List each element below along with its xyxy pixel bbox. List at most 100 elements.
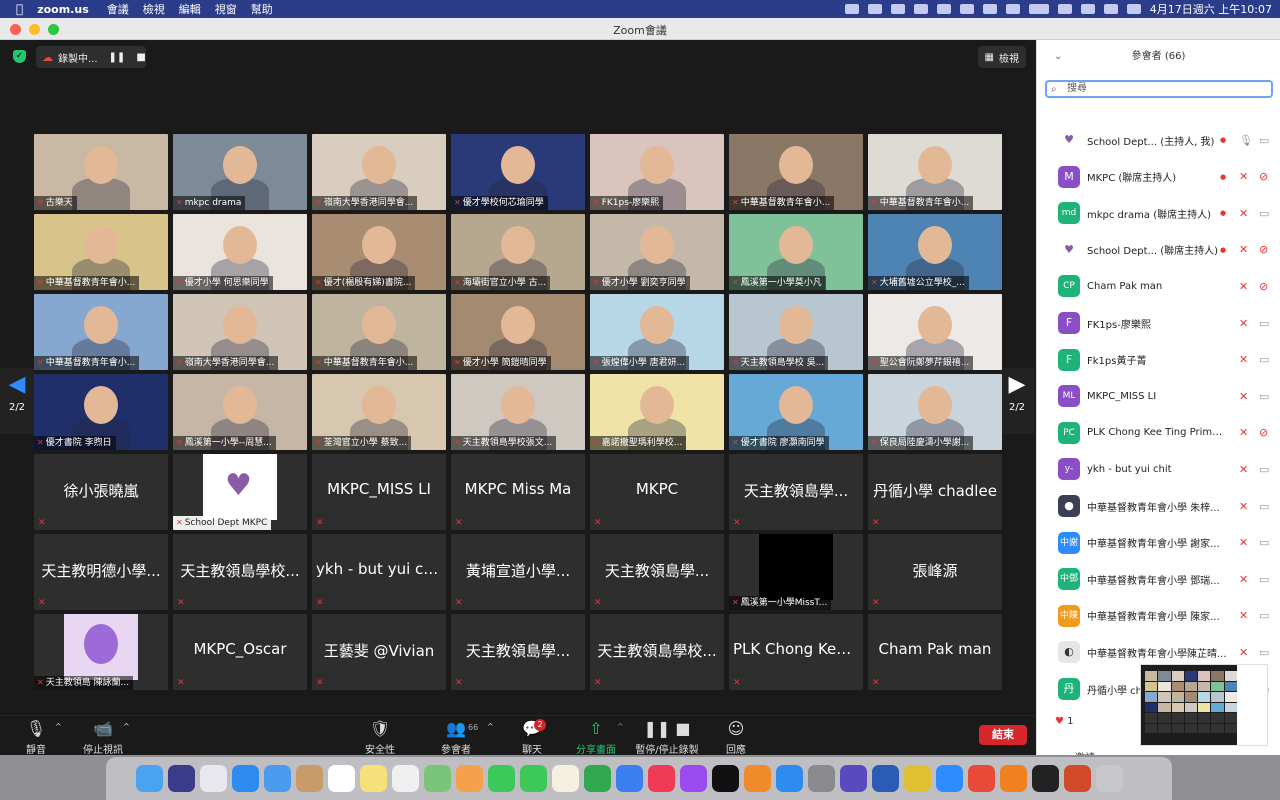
menu-view[interactable]: 檢視 bbox=[143, 1, 165, 17]
muted-mic-icon[interactable]: ✕ bbox=[1239, 243, 1248, 256]
video-off-icon[interactable]: ⊘ bbox=[1259, 243, 1268, 256]
freeform-icon[interactable] bbox=[552, 765, 579, 792]
name-tile[interactable]: 天主教領島學校... ✕ bbox=[590, 614, 724, 690]
name-tile[interactable]: MKPC ✕ bbox=[590, 454, 724, 530]
video-camera-icon[interactable]: ▭ bbox=[1259, 463, 1269, 476]
video-off-icon[interactable]: ⊘ bbox=[1259, 170, 1268, 183]
notes-icon[interactable] bbox=[360, 765, 387, 792]
name-tile[interactable]: ✕ 天主教領島 陳詠蘭... bbox=[34, 614, 168, 690]
muted-mic-icon[interactable]: ✕ bbox=[1239, 536, 1248, 549]
podcasts-icon[interactable] bbox=[680, 765, 707, 792]
video-tile[interactable]: ✕ 天主教領島學校張文... bbox=[451, 374, 585, 450]
name-tile[interactable]: MKPC Miss Ma ✕ bbox=[451, 454, 585, 530]
appstore-icon[interactable] bbox=[776, 765, 803, 792]
tv-icon[interactable] bbox=[712, 765, 739, 792]
participant-row[interactable]: ♥ School Dept... (主持人, 我) ● 🎙 ▭ bbox=[1037, 122, 1280, 158]
muted-mic-icon[interactable]: ✕ bbox=[1239, 426, 1248, 439]
participant-row[interactable]: ML MKPC_MISS LI ✕ ▭ bbox=[1037, 378, 1280, 414]
video-tile[interactable]: ✕ 天主教領島學校 吳... bbox=[729, 294, 863, 370]
focus-moon-icon[interactable] bbox=[913, 4, 928, 14]
muted-mic-icon[interactable]: ✕ bbox=[1239, 390, 1248, 403]
video-tile[interactable]: ✕ 海壩街官立小學 古... bbox=[451, 214, 585, 290]
share-options-chevron-icon[interactable]: ^ bbox=[617, 722, 624, 731]
name-tile[interactable]: ✕ 鳳溪第一小學MissT... bbox=[729, 534, 863, 610]
volume-icon[interactable] bbox=[959, 4, 974, 14]
vlc-icon[interactable] bbox=[1000, 765, 1027, 792]
screen-mirror-icon[interactable] bbox=[936, 4, 951, 14]
previous-page-button[interactable]: ◀ 2/2 bbox=[0, 368, 34, 434]
muted-mic-icon[interactable]: ✕ bbox=[1239, 207, 1248, 220]
finder-icon[interactable] bbox=[136, 765, 163, 792]
maps-icon[interactable] bbox=[424, 765, 451, 792]
calendar-icon[interactable] bbox=[328, 765, 355, 792]
chrome-icon[interactable] bbox=[968, 765, 995, 792]
participant-row[interactable]: CP Cham Pak man ✕ ⊘ bbox=[1037, 268, 1280, 304]
muted-mic-icon[interactable]: ✕ bbox=[1239, 463, 1248, 476]
reminders-icon[interactable] bbox=[392, 765, 419, 792]
photos-icon[interactable] bbox=[456, 765, 483, 792]
bluetooth-icon[interactable] bbox=[1005, 4, 1020, 14]
powerpoint-icon[interactable] bbox=[1064, 765, 1091, 792]
end-meeting-button[interactable]: 結束 bbox=[979, 725, 1027, 745]
wifi-icon[interactable] bbox=[1057, 4, 1072, 14]
keynote-icon[interactable] bbox=[616, 765, 643, 792]
view-button[interactable]: ▦ 檢視 bbox=[977, 46, 1026, 68]
participant-row[interactable]: M MKPC (聯席主持人) ● ✕ ⊘ bbox=[1037, 159, 1280, 195]
recording-indicator[interactable]: ☁ 錄製中... ❚❚ ■ bbox=[36, 46, 146, 68]
video-camera-icon[interactable]: ▭ bbox=[1259, 134, 1269, 147]
video-camera-icon[interactable]: ▭ bbox=[1259, 207, 1269, 220]
menu-help[interactable]: 幫助 bbox=[251, 1, 273, 17]
books-icon[interactable] bbox=[744, 765, 771, 792]
participant-row[interactable]: F FK1ps-廖樂熙 ✕ ▭ bbox=[1037, 305, 1280, 341]
participant-row[interactable]: F Fk1ps黃子菁 ✕ ▭ bbox=[1037, 342, 1280, 378]
collapse-chevron-icon[interactable]: ⌄ bbox=[1054, 40, 1062, 74]
battery-icon[interactable] bbox=[1028, 4, 1049, 14]
video-off-icon[interactable]: ⊘ bbox=[1259, 426, 1268, 439]
video-camera-icon[interactable]: ▭ bbox=[1259, 609, 1269, 622]
zoom-status-icon[interactable] bbox=[844, 4, 859, 14]
control-center-icon[interactable] bbox=[1103, 4, 1118, 14]
stop-video-button[interactable]: 📹 停止視訊 bbox=[82, 719, 124, 756]
video-camera-icon[interactable]: ▭ bbox=[1259, 573, 1269, 586]
video-camera-icon[interactable]: ▭ bbox=[1259, 353, 1269, 366]
numbers-icon[interactable] bbox=[584, 765, 611, 792]
video-tile[interactable]: ✕ 優才學校何芯瑜同學 bbox=[451, 134, 585, 210]
video-tile[interactable]: ✕ 中華基督教青年會小... bbox=[34, 214, 168, 290]
menu-meeting[interactable]: 會議 bbox=[107, 1, 129, 17]
video-tile[interactable]: ✕ 聖公會阮鄭夢芹銀禧... bbox=[868, 294, 1002, 370]
participant-row[interactable]: ♥ School Dept... (聯席主持人) ● ✕ ⊘ bbox=[1037, 232, 1280, 268]
pause-stop-recording-button[interactable]: ❚❚ ■ 暫停/停止錄製 bbox=[634, 719, 700, 756]
video-camera-icon[interactable]: ▭ bbox=[1259, 317, 1269, 330]
trash-icon[interactable] bbox=[1096, 765, 1123, 792]
name-tile[interactable]: 王藝斐 @Vivian ✕ bbox=[312, 614, 446, 690]
siri-icon[interactable] bbox=[168, 765, 195, 792]
audio-status-icon[interactable] bbox=[890, 4, 905, 14]
participant-row[interactable]: ● 中華基督教青年會小學 朱梓... ✕ ▭ bbox=[1037, 488, 1280, 524]
vmix-icon[interactable] bbox=[904, 765, 931, 792]
muted-mic-icon[interactable]: ✕ bbox=[1239, 500, 1248, 513]
name-tile[interactable]: 天主教領島學... ✕ bbox=[729, 454, 863, 530]
video-tile[interactable]: ✕ 中華基督教青年會小... bbox=[312, 294, 446, 370]
participants-button[interactable]: 👥 參會者 66 bbox=[438, 719, 478, 756]
muted-mic-icon[interactable]: ✕ bbox=[1239, 573, 1248, 586]
creative-cloud-icon[interactable] bbox=[867, 4, 882, 14]
messages-icon[interactable] bbox=[488, 765, 515, 792]
name-tile[interactable]: 黃埔宣道小學... ✕ bbox=[451, 534, 585, 610]
participant-row[interactable]: 中謝 中華基督教青年會小學 謝家... ✕ ▭ bbox=[1037, 525, 1280, 561]
video-tile[interactable]: ✕ 優才小學 何思樂同學 bbox=[173, 214, 307, 290]
muted-mic-icon[interactable]: ✕ bbox=[1239, 646, 1248, 659]
participants-options-chevron-icon[interactable]: ^ bbox=[487, 722, 494, 731]
zoom-icon[interactable] bbox=[936, 765, 963, 792]
participant-row[interactable]: 中陳 中華基督教青年會小學 陳家... ✕ ▭ bbox=[1037, 598, 1280, 634]
video-tile[interactable]: ✕ FK1ps-廖樂熙 bbox=[590, 134, 724, 210]
video-tile[interactable]: ✕ 鳳溪第一小學--周慧... bbox=[173, 374, 307, 450]
video-tile[interactable]: ✕ 優才小學 簡鎧晴同學 bbox=[451, 294, 585, 370]
name-tile[interactable]: Cham Pak man ✕ bbox=[868, 614, 1002, 690]
video-tile[interactable]: ✕ 嶺南大學香港同學會... bbox=[312, 134, 446, 210]
video-tile[interactable]: ✕ 古樂天 bbox=[34, 134, 168, 210]
word-icon[interactable] bbox=[872, 765, 899, 792]
contacts-icon[interactable] bbox=[296, 765, 323, 792]
video-camera-icon[interactable]: ▭ bbox=[1259, 646, 1269, 659]
name-tile[interactable]: MKPC_Oscar ✕ bbox=[173, 614, 307, 690]
participant-row[interactable]: md mkpc drama (聯席主持人) ● ✕ ▭ bbox=[1037, 195, 1280, 231]
